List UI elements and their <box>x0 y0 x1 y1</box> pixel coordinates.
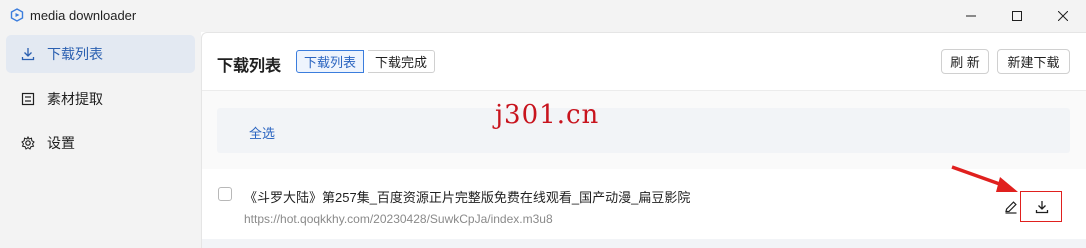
main-panel: 下载列表 下载列表 下载完成 刷 新 新建下载 全选 j301.cn 《斗罗大陆… <box>201 32 1086 248</box>
app-logo-icon <box>10 8 24 22</box>
item-title: 《斗罗大陆》第257集_百度资源正片完整版免费在线观看_国产动漫_扁豆影院 <box>244 190 691 205</box>
watermark: j301.cn <box>495 100 600 130</box>
title-bar: media downloader <box>0 0 1086 32</box>
close-button[interactable] <box>1040 0 1086 32</box>
sidebar-item-settings[interactable]: 设置 <box>6 124 195 162</box>
annotation-arrow-icon <box>951 165 1018 192</box>
tab-download-complete[interactable]: 下载完成 <box>368 50 436 73</box>
minimize-button[interactable] <box>948 0 994 32</box>
item-url: https://hot.qoqkkhy.com/20230428/SuwkCpJ… <box>244 212 553 226</box>
select-all-row: 全选 <box>217 108 1070 153</box>
sidebar: 下载列表 素材提取 设置 <box>0 32 201 248</box>
maximize-button[interactable] <box>994 0 1040 32</box>
gear-icon <box>20 135 36 151</box>
select-all-link[interactable]: 全选 <box>249 123 275 142</box>
tab-download-list[interactable]: 下载列表 <box>296 50 365 73</box>
page-title: 下载列表 <box>217 58 282 75</box>
sidebar-item-material-extract[interactable]: 素材提取 <box>6 80 195 118</box>
sidebar-item-label: 设置 <box>47 135 75 151</box>
list-bottom-strip <box>202 239 1086 248</box>
media-icon <box>20 91 36 107</box>
window-title: media downloader <box>30 8 137 23</box>
sidebar-item-label: 素材提取 <box>47 91 103 107</box>
download-button-highlight[interactable] <box>1020 191 1062 222</box>
close-icon <box>1058 11 1068 21</box>
download-icon <box>1035 201 1049 214</box>
edit-icon[interactable] <box>1003 199 1019 215</box>
refresh-button[interactable]: 刷 新 <box>941 49 989 74</box>
maximize-icon <box>1012 11 1022 21</box>
sidebar-item-label: 下载列表 <box>47 46 103 62</box>
item-checkbox[interactable] <box>218 187 232 201</box>
minimize-icon <box>966 15 976 17</box>
new-download-button[interactable]: 新建下载 <box>997 49 1070 74</box>
download-icon <box>20 46 36 62</box>
sidebar-item-download-list[interactable]: 下载列表 <box>6 35 195 73</box>
